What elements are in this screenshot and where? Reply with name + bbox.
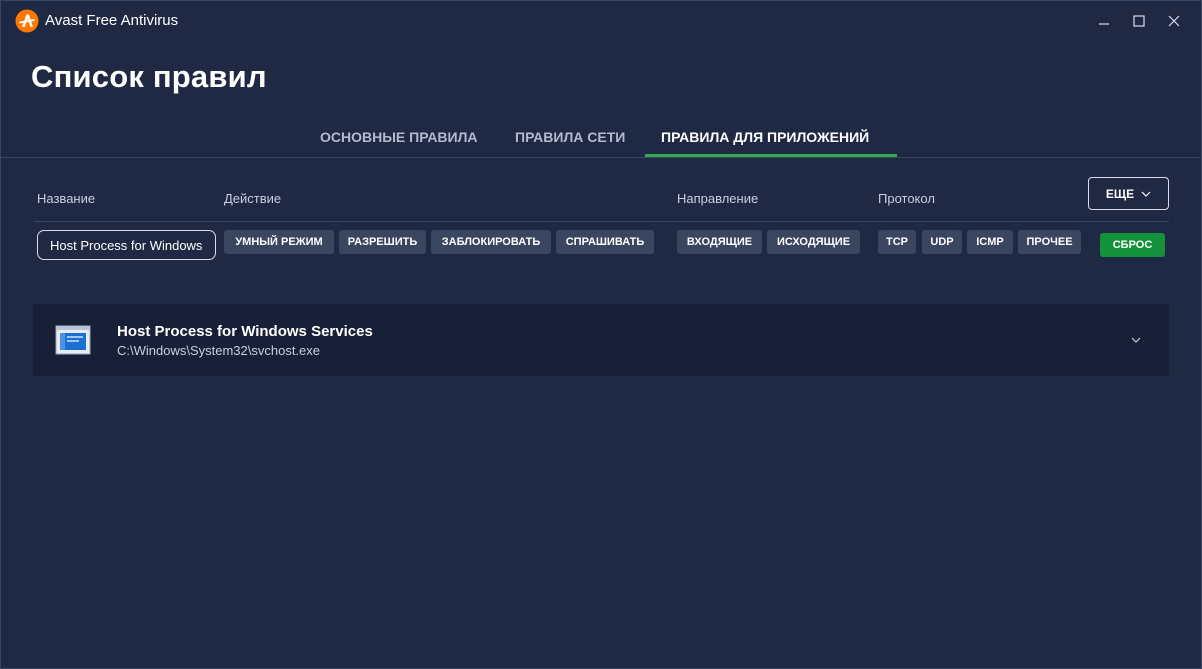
direction-chip-outgoing[interactable]: ИСХОДЯЩИЕ [767, 230, 860, 254]
protocol-chip-udp[interactable]: UDP [922, 230, 962, 254]
action-chip-ask[interactable]: СПРАШИВАТЬ [556, 230, 654, 254]
filter-protocol-label: Протокол [878, 191, 935, 206]
page-title: Список правил [31, 59, 267, 94]
app-title: Avast Free Antivirus [45, 12, 179, 29]
close-icon [1168, 15, 1180, 27]
protocol-chip-tcp[interactable]: TCP [878, 230, 916, 254]
rule-name: Host Process for Windows Services [117, 323, 373, 340]
maximize-button[interactable] [1124, 9, 1154, 33]
protocol-chip-icmp[interactable]: ICMP [967, 230, 1013, 254]
tab-app-rules[interactable]: ПРАВИЛА ДЛЯ ПРИЛОЖЕНИЙ [661, 129, 869, 145]
tab-bar: ОСНОВНЫЕ ПРАВИЛА ПРАВИЛА СЕТИ ПРАВИЛА ДЛ… [1, 121, 1201, 158]
reset-button[interactable]: СБРОС [1100, 233, 1165, 257]
action-chip-block[interactable]: ЗАБЛОКИРОВАТЬ [431, 230, 551, 254]
active-tab-indicator [645, 154, 897, 157]
action-chip-smart-mode[interactable]: УМНЫЙ РЕЖИМ [224, 230, 334, 254]
direction-chip-incoming[interactable]: ВХОДЯЩИЕ [677, 230, 762, 254]
filter-name-label: Название [37, 191, 96, 206]
avast-logo-icon [15, 9, 39, 33]
name-search-input[interactable] [37, 230, 216, 260]
filter-action-label: Действие [224, 191, 282, 206]
minimize-icon [1099, 23, 1109, 25]
app-window-icon [55, 325, 91, 355]
more-button-label: ЕЩЕ [1105, 186, 1135, 201]
tab-basic-rules[interactable]: ОСНОВНЫЕ ПРАВИЛА [320, 129, 478, 145]
filter-direction-label: Направление [677, 191, 759, 206]
tab-network-rules[interactable]: ПРАВИЛА СЕТИ [515, 129, 625, 145]
maximize-icon [1133, 15, 1145, 27]
rule-path: C:\Windows\System32\svchost.exe [117, 343, 321, 358]
action-chip-allow[interactable]: РАЗРЕШИТЬ [339, 230, 426, 254]
chevron-down-icon [1141, 191, 1151, 197]
close-button[interactable] [1159, 9, 1189, 33]
protocol-chip-other[interactable]: ПРОЧЕЕ [1018, 230, 1081, 254]
chevron-down-icon[interactable] [1129, 333, 1143, 347]
app-window: Avast Free Antivirus Список правил ОСНОВ… [0, 0, 1202, 669]
minimize-button[interactable] [1089, 9, 1119, 33]
filter-divider [34, 221, 1169, 222]
more-button[interactable]: ЕЩЕ [1088, 177, 1169, 210]
rule-row[interactable]: Host Process for Windows Services C:\Win… [33, 304, 1169, 376]
title-bar: Avast Free Antivirus [1, 1, 1201, 41]
